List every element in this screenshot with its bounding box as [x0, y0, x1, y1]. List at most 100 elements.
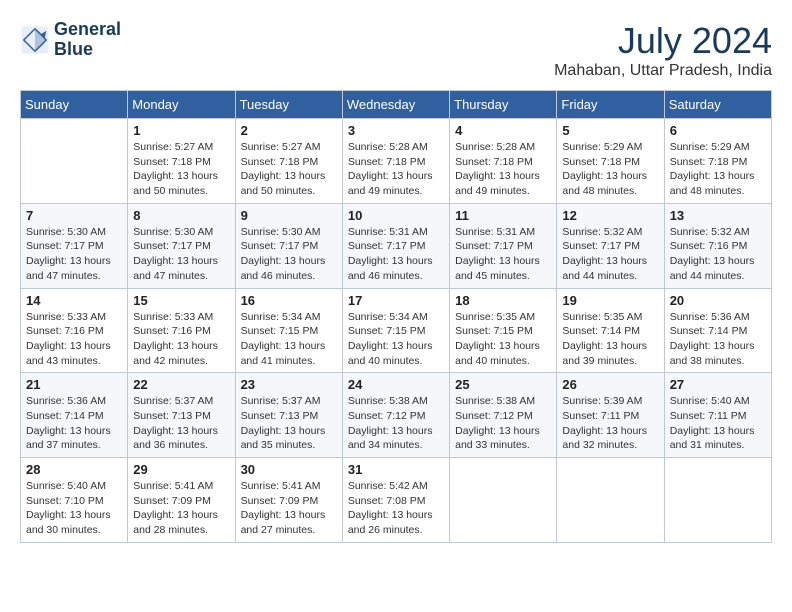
month-year: July 2024 — [554, 20, 772, 62]
logo-text: General Blue — [54, 20, 121, 60]
day-number: 29 — [133, 462, 229, 477]
calendar-cell: 22 Sunrise: 5:37 AM Sunset: 7:13 PM Dayli… — [128, 373, 235, 458]
day-info: Sunrise: 5:36 AM Sunset: 7:14 PM Dayligh… — [670, 310, 766, 369]
calendar-cell: 27 Sunrise: 5:40 AM Sunset: 7:11 PM Dayli… — [664, 373, 771, 458]
day-number: 31 — [348, 462, 444, 477]
day-info: Sunrise: 5:27 AM Sunset: 7:18 PM Dayligh… — [133, 140, 229, 199]
day-info: Sunrise: 5:35 AM Sunset: 7:14 PM Dayligh… — [562, 310, 658, 369]
calendar-cell: 5 Sunrise: 5:29 AM Sunset: 7:18 PM Daylig… — [557, 119, 664, 204]
day-number: 9 — [241, 208, 337, 223]
day-info: Sunrise: 5:31 AM Sunset: 7:17 PM Dayligh… — [348, 225, 444, 284]
calendar-cell: 26 Sunrise: 5:39 AM Sunset: 7:11 PM Dayli… — [557, 373, 664, 458]
day-info: Sunrise: 5:34 AM Sunset: 7:15 PM Dayligh… — [348, 310, 444, 369]
day-info: Sunrise: 5:29 AM Sunset: 7:18 PM Dayligh… — [670, 140, 766, 199]
calendar-cell: 19 Sunrise: 5:35 AM Sunset: 7:14 PM Dayli… — [557, 288, 664, 373]
calendar-cell: 6 Sunrise: 5:29 AM Sunset: 7:18 PM Daylig… — [664, 119, 771, 204]
calendar-week-row: 1 Sunrise: 5:27 AM Sunset: 7:18 PM Daylig… — [21, 119, 772, 204]
day-number: 8 — [133, 208, 229, 223]
calendar-cell: 4 Sunrise: 5:28 AM Sunset: 7:18 PM Daylig… — [450, 119, 557, 204]
day-number: 22 — [133, 377, 229, 392]
day-number: 4 — [455, 123, 551, 138]
day-info: Sunrise: 5:36 AM Sunset: 7:14 PM Dayligh… — [26, 394, 122, 453]
day-number: 5 — [562, 123, 658, 138]
day-info: Sunrise: 5:29 AM Sunset: 7:18 PM Dayligh… — [562, 140, 658, 199]
day-number: 1 — [133, 123, 229, 138]
calendar-cell: 16 Sunrise: 5:34 AM Sunset: 7:15 PM Dayli… — [235, 288, 342, 373]
day-of-week-header: Thursday — [450, 91, 557, 119]
day-number: 26 — [562, 377, 658, 392]
calendar-cell — [21, 119, 128, 204]
day-of-week-header: Tuesday — [235, 91, 342, 119]
day-info: Sunrise: 5:30 AM Sunset: 7:17 PM Dayligh… — [241, 225, 337, 284]
day-number: 2 — [241, 123, 337, 138]
day-info: Sunrise: 5:38 AM Sunset: 7:12 PM Dayligh… — [455, 394, 551, 453]
calendar-cell: 29 Sunrise: 5:41 AM Sunset: 7:09 PM Dayli… — [128, 458, 235, 543]
calendar-cell: 1 Sunrise: 5:27 AM Sunset: 7:18 PM Daylig… — [128, 119, 235, 204]
day-info: Sunrise: 5:38 AM Sunset: 7:12 PM Dayligh… — [348, 394, 444, 453]
logo-line2: Blue — [54, 40, 121, 60]
calendar-cell: 13 Sunrise: 5:32 AM Sunset: 7:16 PM Dayli… — [664, 203, 771, 288]
day-info: Sunrise: 5:27 AM Sunset: 7:18 PM Dayligh… — [241, 140, 337, 199]
calendar-cell: 31 Sunrise: 5:42 AM Sunset: 7:08 PM Dayli… — [342, 458, 449, 543]
day-number: 3 — [348, 123, 444, 138]
day-info: Sunrise: 5:30 AM Sunset: 7:17 PM Dayligh… — [133, 225, 229, 284]
day-number: 21 — [26, 377, 122, 392]
day-number: 18 — [455, 293, 551, 308]
day-number: 30 — [241, 462, 337, 477]
calendar-cell: 7Sunrise: 5:30 AM Sunset: 7:17 PM Daylig… — [21, 203, 128, 288]
day-info: Sunrise: 5:31 AM Sunset: 7:17 PM Dayligh… — [455, 225, 551, 284]
logo-line1: General — [54, 20, 121, 40]
day-info: Sunrise: 5:42 AM Sunset: 7:08 PM Dayligh… — [348, 479, 444, 538]
calendar-week-row: 28 Sunrise: 5:40 AM Sunset: 7:10 PM Dayli… — [21, 458, 772, 543]
calendar-cell: 17 Sunrise: 5:34 AM Sunset: 7:15 PM Dayli… — [342, 288, 449, 373]
day-number: 16 — [241, 293, 337, 308]
calendar-cell: 12 Sunrise: 5:32 AM Sunset: 7:17 PM Dayli… — [557, 203, 664, 288]
location: Mahaban, Uttar Pradesh, India — [554, 62, 772, 80]
day-number: 13 — [670, 208, 766, 223]
day-number: 6 — [670, 123, 766, 138]
day-info: Sunrise: 5:33 AM Sunset: 7:16 PM Dayligh… — [26, 310, 122, 369]
day-info: Sunrise: 5:40 AM Sunset: 7:11 PM Dayligh… — [670, 394, 766, 453]
day-number: 19 — [562, 293, 658, 308]
calendar-cell: 2 Sunrise: 5:27 AM Sunset: 7:18 PM Daylig… — [235, 119, 342, 204]
calendar-cell: 25Sunrise: 5:38 AM Sunset: 7:12 PM Dayli… — [450, 373, 557, 458]
calendar-cell: 21 Sunrise: 5:36 AM Sunset: 7:14 PM Dayli… — [21, 373, 128, 458]
page-header: General Blue July 2024 Mahaban, Uttar Pr… — [20, 20, 772, 80]
calendar: SundayMondayTuesdayWednesdayThursdayFrid… — [20, 90, 772, 543]
calendar-cell: 3Sunrise: 5:28 AM Sunset: 7:18 PM Daylig… — [342, 119, 449, 204]
calendar-cell: 10 Sunrise: 5:31 AM Sunset: 7:17 PM Dayli… — [342, 203, 449, 288]
day-number: 14 — [26, 293, 122, 308]
day-info: Sunrise: 5:37 AM Sunset: 7:13 PM Dayligh… — [133, 394, 229, 453]
day-info: Sunrise: 5:32 AM Sunset: 7:17 PM Dayligh… — [562, 225, 658, 284]
calendar-week-row: 7Sunrise: 5:30 AM Sunset: 7:17 PM Daylig… — [21, 203, 772, 288]
logo-icon — [20, 25, 50, 55]
day-info: Sunrise: 5:32 AM Sunset: 7:16 PM Dayligh… — [670, 225, 766, 284]
day-of-week-header: Sunday — [21, 91, 128, 119]
day-info: Sunrise: 5:39 AM Sunset: 7:11 PM Dayligh… — [562, 394, 658, 453]
day-number: 15 — [133, 293, 229, 308]
calendar-cell: 11 Sunrise: 5:31 AM Sunset: 7:17 PM Dayli… — [450, 203, 557, 288]
day-info: Sunrise: 5:40 AM Sunset: 7:10 PM Dayligh… — [26, 479, 122, 538]
day-number: 20 — [670, 293, 766, 308]
day-number: 10 — [348, 208, 444, 223]
day-number: 27 — [670, 377, 766, 392]
day-number: 17 — [348, 293, 444, 308]
day-number: 11 — [455, 208, 551, 223]
day-info: Sunrise: 5:41 AM Sunset: 7:09 PM Dayligh… — [133, 479, 229, 538]
day-info: Sunrise: 5:30 AM Sunset: 7:17 PM Dayligh… — [26, 225, 122, 284]
day-of-week-header: Wednesday — [342, 91, 449, 119]
day-of-week-header: Saturday — [664, 91, 771, 119]
day-info: Sunrise: 5:28 AM Sunset: 7:18 PM Dayligh… — [455, 140, 551, 199]
day-number: 12 — [562, 208, 658, 223]
calendar-cell: 20 Sunrise: 5:36 AM Sunset: 7:14 PM Dayli… — [664, 288, 771, 373]
day-number: 28 — [26, 462, 122, 477]
day-info: Sunrise: 5:35 AM Sunset: 7:15 PM Dayligh… — [455, 310, 551, 369]
day-number: 24 — [348, 377, 444, 392]
day-info: Sunrise: 5:34 AM Sunset: 7:15 PM Dayligh… — [241, 310, 337, 369]
calendar-cell — [664, 458, 771, 543]
day-info: Sunrise: 5:37 AM Sunset: 7:13 PM Dayligh… — [241, 394, 337, 453]
calendar-cell: 9 Sunrise: 5:30 AM Sunset: 7:17 PM Daylig… — [235, 203, 342, 288]
calendar-week-row: 14 Sunrise: 5:33 AM Sunset: 7:16 PM Dayli… — [21, 288, 772, 373]
logo: General Blue — [20, 20, 121, 60]
day-of-week-header: Monday — [128, 91, 235, 119]
